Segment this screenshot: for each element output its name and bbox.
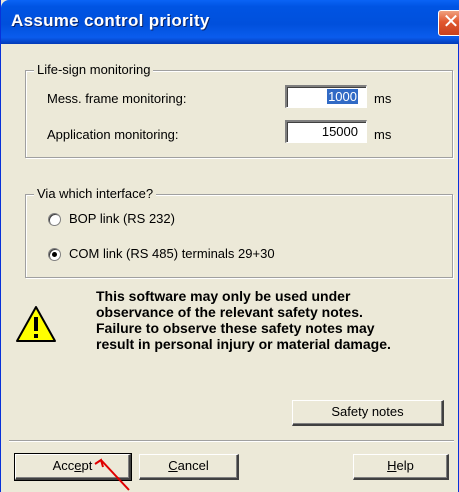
mess-frame-unit: ms [374,91,392,106]
warning-line: This software may only be used under [96,288,351,304]
button-divider [9,440,454,442]
close-icon: ✕ [442,11,459,33]
application-monitoring-value: 15000 [321,124,358,139]
help-button[interactable]: Help [353,454,449,480]
window-title: Assume control priority [11,11,210,30]
safety-notes-button[interactable]: Safety notes [292,400,444,426]
radio-com-label[interactable]: COM link (RS 485) terminals 29+30 [69,246,275,261]
interface-groupbox: Via which interface? [25,186,453,278]
warning-icon [16,306,56,342]
mess-frame-label: Mess. frame monitoring: [47,91,187,106]
safety-warning-text: This software may only be used under obs… [96,288,456,352]
warning-line: result in personal injury or material da… [96,336,391,352]
safety-notes-label: Safety notes [331,404,404,419]
help-label: Help [387,458,414,473]
warning-line: observance of the relevant safety notes. [96,304,363,320]
cancel-label: Cancel [168,458,209,473]
application-monitoring-unit: ms [374,127,392,142]
dialog-window: Assume control priority ✕ Life-sign moni… [0,0,459,492]
lifesign-legend: Life-sign monitoring [34,62,154,77]
title-bar[interactable]: Assume control priority ✕ [1,0,459,44]
cancel-button[interactable]: Cancel [139,454,239,480]
mess-frame-value: 1000 [327,89,358,104]
radio-com-button[interactable] [48,248,61,261]
mess-frame-input[interactable]: 1000 [285,85,367,108]
radio-bop-label[interactable]: BOP link (RS 232) [69,211,175,226]
close-button[interactable]: ✕ [438,10,459,36]
radio-selected-dot [52,252,57,257]
radio-bop-button[interactable] [48,213,61,226]
application-monitoring-input[interactable]: 15000 [285,120,367,143]
application-monitoring-label: Application monitoring: [47,127,179,142]
interface-legend: Via which interface? [34,186,157,201]
annotation-arrow-icon [94,458,130,491]
lifesign-groupbox: Life-sign monitoring [25,62,453,158]
warning-line: Failure to observe these safety notes ma… [96,320,375,336]
